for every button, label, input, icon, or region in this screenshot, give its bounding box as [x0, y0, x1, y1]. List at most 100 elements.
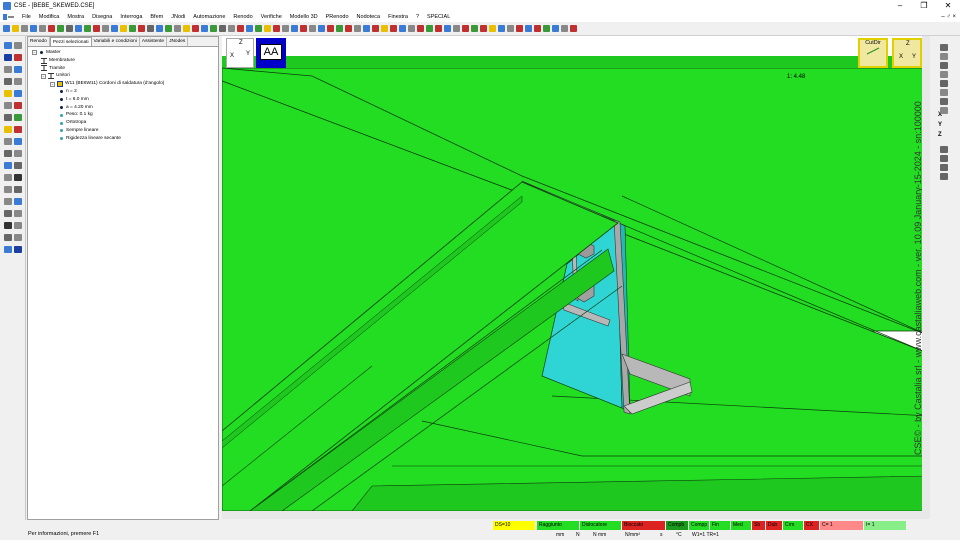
toolbar-tool-icon[interactable]	[12, 25, 19, 32]
tree-node[interactable]: − Master	[28, 49, 218, 57]
menu-modello-3d[interactable]: Modello 3D	[286, 12, 322, 22]
side-tool-icon[interactable]	[4, 126, 12, 133]
tree-expander-icon[interactable]: −	[41, 73, 46, 79]
menu-automazione[interactable]: Automazione	[189, 12, 229, 22]
side-tool-icon[interactable]	[14, 174, 22, 181]
side-tool-icon[interactable]	[4, 162, 12, 169]
right-tool-icon[interactable]	[940, 107, 948, 114]
side-tool-icon[interactable]	[14, 222, 22, 229]
toolbar-tool-icon[interactable]	[426, 25, 433, 32]
right-tool-icon[interactable]	[940, 71, 948, 78]
side-tool-icon[interactable]	[4, 66, 12, 73]
side-tool-icon[interactable]	[14, 114, 22, 121]
right-tool-icon[interactable]	[940, 80, 948, 87]
side-tool-icon[interactable]	[14, 198, 22, 205]
side-tool-icon[interactable]	[14, 246, 22, 253]
minimize-button[interactable]: –	[888, 0, 912, 12]
side-tool-icon[interactable]	[14, 102, 22, 109]
toolbar-tool-icon[interactable]	[480, 25, 487, 32]
toolbar-tool-icon[interactable]	[399, 25, 406, 32]
toolbar-tool-icon[interactable]	[534, 25, 541, 32]
toolbar-tool-icon[interactable]	[129, 25, 136, 32]
toolbar-tool-icon[interactable]	[363, 25, 370, 32]
toolbar-tool-icon[interactable]	[66, 25, 73, 32]
right-tool-icon[interactable]	[940, 146, 948, 153]
menu-special[interactable]: SPECIAL	[423, 12, 454, 22]
right-tool-icon[interactable]	[940, 98, 948, 105]
toolbar-tool-icon[interactable]	[174, 25, 181, 32]
toolbar-tool-icon[interactable]	[39, 25, 46, 32]
tree-node[interactable]: a = 4.20 mm	[28, 104, 218, 112]
side-tool-icon[interactable]	[14, 138, 22, 145]
right-tool-icon[interactable]	[940, 53, 948, 60]
side-tool-icon[interactable]	[14, 54, 22, 61]
toolbar-tool-icon[interactable]	[30, 25, 37, 32]
side-tool-icon[interactable]	[14, 42, 22, 49]
toolbar-tool-icon[interactable]	[300, 25, 307, 32]
toolbar-tool-icon[interactable]	[525, 25, 532, 32]
toolbar-tool-icon[interactable]	[309, 25, 316, 32]
restore-button[interactable]: ❐	[912, 0, 936, 12]
toolbar-tool-icon[interactable]	[417, 25, 424, 32]
toolbar-tool-icon[interactable]	[381, 25, 388, 32]
toolbar-tool-icon[interactable]	[93, 25, 100, 32]
toolbar-tool-icon[interactable]	[543, 25, 550, 32]
toolbar-tool-icon[interactable]	[48, 25, 55, 32]
toolbar-tool-icon[interactable]	[165, 25, 172, 32]
side-tool-icon[interactable]	[4, 54, 12, 61]
menu-disegna[interactable]: Disegna	[88, 12, 116, 22]
side-tool-icon[interactable]	[4, 198, 12, 205]
tab-renodo[interactable]: Renodo	[28, 37, 50, 46]
toolbar-tool-icon[interactable]	[507, 25, 514, 32]
side-tool-icon[interactable]	[4, 150, 12, 157]
toolbar-tool-icon[interactable]	[282, 25, 289, 32]
side-tool-icon[interactable]	[14, 210, 22, 217]
toolbar-tool-icon[interactable]	[570, 25, 577, 32]
right-axis-y[interactable]: Y	[938, 122, 942, 128]
side-tool-icon[interactable]	[4, 246, 12, 253]
menu-jnodi[interactable]: JNodi	[167, 12, 189, 22]
toolbar-tool-icon[interactable]	[273, 25, 280, 32]
menu-prenodo[interactable]: PRenodo	[322, 12, 353, 22]
toolbar-tool-icon[interactable]	[552, 25, 559, 32]
toolbar-tool-icon[interactable]	[345, 25, 352, 32]
menu-nodoteca[interactable]: Nodoteca	[353, 12, 385, 22]
menu-interroga[interactable]: Interroga	[116, 12, 146, 22]
cutdir-button[interactable]: CutDir	[858, 38, 888, 68]
close-button[interactable]: ✕	[936, 0, 960, 12]
axes-gizmo[interactable]: Z X Y	[226, 38, 254, 68]
toolbar-tool-icon[interactable]	[561, 25, 568, 32]
right-axis-z[interactable]: Z	[938, 132, 942, 138]
tab-variabili-condizioni[interactable]: Variabili e condizioni	[92, 37, 140, 46]
side-tool-icon[interactable]	[4, 114, 12, 121]
toolbar-tool-icon[interactable]	[516, 25, 523, 32]
toolbar-tool-icon[interactable]	[84, 25, 91, 32]
toolbar-tool-icon[interactable]	[120, 25, 127, 32]
toolbar-tool-icon[interactable]	[3, 25, 10, 32]
side-tool-icon[interactable]	[14, 90, 22, 97]
toolbar-tool-icon[interactable]	[111, 25, 118, 32]
side-tool-icon[interactable]	[4, 102, 12, 109]
model-view[interactable]	[222, 36, 930, 511]
toolbar-tool-icon[interactable]	[75, 25, 82, 32]
tree-node[interactable]: t = 6.0 mm	[28, 96, 218, 104]
right-tool-icon[interactable]	[940, 62, 948, 69]
menu-help[interactable]: ?	[412, 12, 423, 22]
side-tool-icon[interactable]	[14, 162, 22, 169]
toolbar-tool-icon[interactable]	[57, 25, 64, 32]
toolbar-tool-icon[interactable]	[489, 25, 496, 32]
tree-node[interactable]: Membrature	[28, 57, 218, 65]
toolbar-tool-icon[interactable]	[264, 25, 271, 32]
tree-node[interactable]: Rigidezza lineare secante	[28, 135, 218, 143]
tree-node[interactable]: n = 2	[28, 88, 218, 96]
3d-viewport[interactable]: 1: 4.48	[222, 36, 930, 511]
toolbar-tool-icon[interactable]	[246, 25, 253, 32]
horizontal-scrollbar[interactable]	[222, 511, 930, 519]
menu-verifiche[interactable]: Verifiche	[257, 12, 286, 22]
toolbar-tool-icon[interactable]	[255, 25, 262, 32]
side-tool-icon[interactable]	[4, 210, 12, 217]
side-tool-icon[interactable]	[4, 138, 12, 145]
menu-modifica[interactable]: Modifica	[35, 12, 63, 22]
tree-expander-icon[interactable]: −	[50, 81, 55, 87]
mdi-controls[interactable]: – ♂ ×	[941, 12, 956, 22]
